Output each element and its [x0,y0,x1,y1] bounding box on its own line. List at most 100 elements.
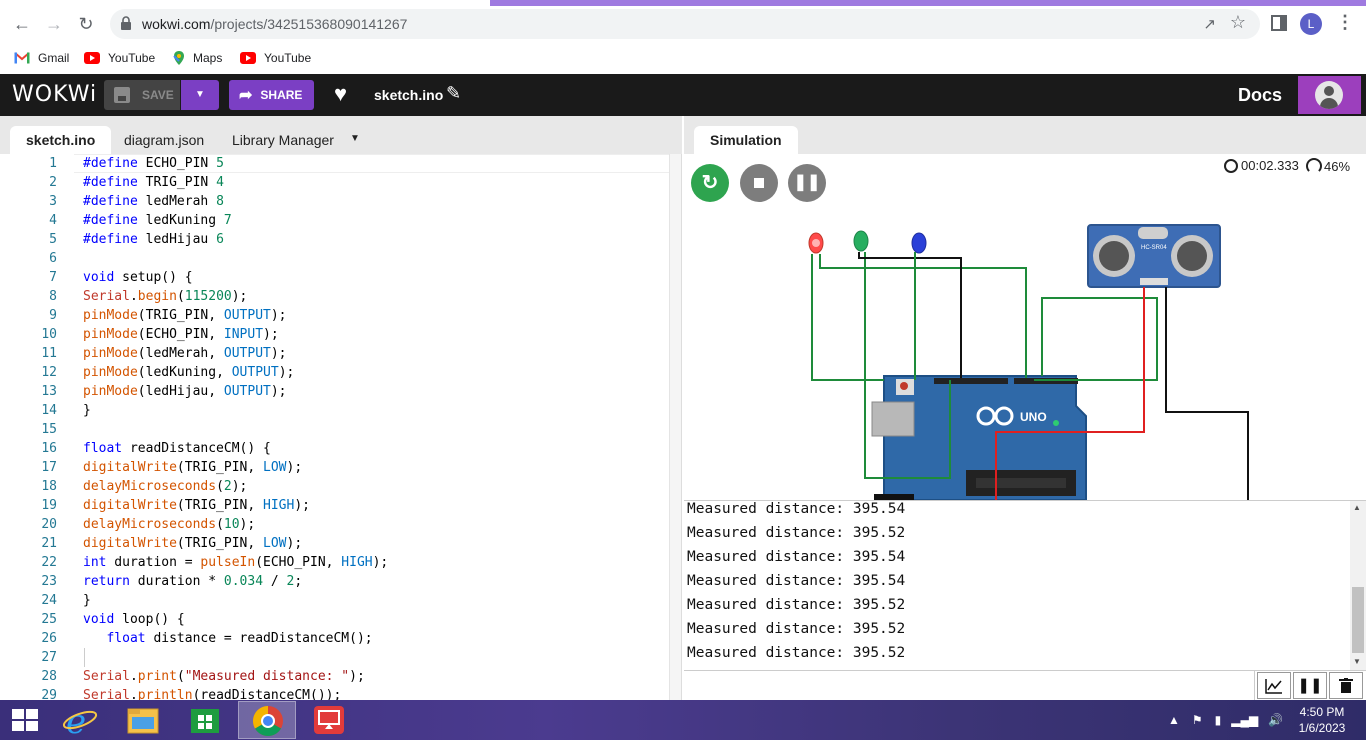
scroll-thumb[interactable] [1352,587,1364,653]
heart-icon[interactable]: ♥ [334,81,347,107]
tray-clock[interactable]: 4:50 PM 1/6/2023 [1298,704,1346,736]
code-text: digitalWrite(TRIG_PIN, LOW); [83,536,303,551]
code-text: pinMode(ledKuning, OUTPUT); [83,365,295,380]
code-line[interactable]: 15 [0,420,670,439]
code-line[interactable]: 16 float readDistanceCM() { [0,439,670,458]
editor-scrollbar[interactable] [669,154,681,700]
browser-menu-icon[interactable]: ⋮ [1336,12,1354,33]
simulation-timer: 00:02.333 [1224,158,1299,173]
maps-icon [173,51,184,65]
scroll-up-icon[interactable]: ▲ [1353,503,1361,512]
edit-pencil-icon[interactable]: ✎ [446,83,461,104]
serial-input[interactable] [684,671,1255,700]
code-line[interactable]: 17 digitalWrite(TRIG_PIN, LOW); [0,458,670,477]
code-line[interactable]: 12 pinMode(ledKuning, OUTPUT); [0,363,670,382]
network-flag-icon[interactable]: ⚑ [1192,713,1203,727]
back-arrow-icon[interactable]: ← [10,12,34,36]
bookmark-gmail[interactable]: Gmail [14,48,69,68]
code-line[interactable]: 8 Serial.begin(115200); [0,287,670,306]
volume-icon[interactable]: 🔊 [1268,713,1283,727]
signal-icon[interactable]: ▂▄▆ [1231,713,1258,727]
save-button[interactable]: SAVE [104,80,180,110]
bookmark-label: YouTube [108,51,156,65]
save-dropdown-button[interactable]: ▼ [181,80,219,110]
taskbar-file-explorer[interactable] [114,701,172,739]
code-line[interactable]: 29 Serial.println(readDistanceCM()); [0,686,670,700]
code-line[interactable]: 6 [0,249,670,268]
chevron-down-icon: ▼ [195,89,205,100]
code-line[interactable]: 5 #define ledHijau 6 [0,230,670,249]
code-text: int duration = pulseIn(ECHO_PIN, HIGH); [83,555,389,570]
code-editor[interactable]: 1 #define ECHO_PIN 5 2 #define TRIG_PIN 4 3 #… [0,154,682,700]
taskbar-internet-explorer[interactable]: e [52,701,110,742]
code-line[interactable]: 1 #define ECHO_PIN 5 [0,154,670,173]
tab-library-manager[interactable]: Library Manager [216,126,350,154]
code-text: pinMode(ledMerah, OUTPUT); [83,346,287,361]
code-line[interactable]: 4 #define ledKuning 7 [0,211,670,230]
bookmark-maps[interactable]: Maps [171,48,222,68]
windows-start-icon[interactable] [12,709,38,731]
code-line[interactable]: 28 Serial.print("Measured distance: "); [0,667,670,686]
code-line[interactable]: 23 return duration * 0.034 / 2; [0,572,670,591]
red-led [808,232,824,254]
user-menu-button[interactable] [1298,76,1361,114]
pause-simulation-button[interactable]: ❚❚ [788,164,826,202]
serial-monitor-output[interactable]: Measured distance: 395.54 Measured distan… [684,500,1366,670]
share-button[interactable]: ➦ SHARE [229,80,314,110]
profile-avatar[interactable]: L [1300,13,1322,35]
share-arrow-icon: ➦ [239,87,253,104]
docs-link[interactable]: Docs [1238,85,1282,106]
save-label: SAVE [142,88,174,102]
taskbar-store[interactable] [176,701,234,739]
scroll-down-icon[interactable]: ▼ [1353,657,1361,666]
clock-time: 4:50 PM [1299,705,1345,719]
tab-sketch-ino[interactable]: sketch.ino [10,126,112,154]
code-line[interactable]: 10 pinMode(ECHO_PIN, INPUT); [0,325,670,344]
restart-icon: ↻ [701,172,719,194]
tabs-dropdown-icon[interactable]: ▼ [350,133,360,144]
code-line[interactable]: 27 [0,648,670,667]
line-number: 22 [41,555,57,570]
simulation-canvas[interactable]: UNO HC-SR04 ↻ ❚❚ 00:02.333 46% [684,154,1366,500]
code-line[interactable]: 11 pinMode(ledMerah, OUTPUT); [0,344,670,363]
wokwi-logo[interactable]: WOKWi [12,82,97,107]
address-bar[interactable]: wokwi.com/projects/342515368090141267 ↗ … [110,9,1260,39]
plotter-button[interactable] [1257,672,1291,699]
battery-icon[interactable]: ▮ [1215,713,1222,727]
code-line[interactable]: 24} [0,591,670,610]
pause-serial-button[interactable]: ❚❚ [1293,672,1327,699]
code-line[interactable]: 25 void loop() { [0,610,670,629]
forward-arrow-icon[interactable]: → [42,12,66,36]
taskbar-xindawn[interactable] [300,701,358,739]
code-line[interactable]: 2 #define TRIG_PIN 4 [0,173,670,192]
stop-simulation-button[interactable] [740,164,778,202]
tab-simulation[interactable]: Simulation [694,126,798,154]
code-line[interactable]: 7 void setup() { [0,268,670,287]
code-line[interactable]: 9 pinMode(TRIG_PIN, OUTPUT); [0,306,670,325]
code-line[interactable]: 22 int duration = pulseIn(ECHO_PIN, HIGH)… [0,553,670,572]
code-line[interactable]: 18 delayMicroseconds(2); [0,477,670,496]
code-line[interactable]: 13 pinMode(ledHijau, OUTPUT); [0,382,670,401]
reload-icon[interactable]: ↻ [74,12,98,36]
simulation-speed: 46% [1306,158,1350,174]
side-panel-icon[interactable] [1271,15,1287,31]
code-line[interactable]: 20 delayMicroseconds(10); [0,515,670,534]
share-page-icon[interactable]: ↗ [1203,15,1216,33]
code-line[interactable]: 3 #define ledMerah 8 [0,192,670,211]
bookmark-youtube[interactable]: YouTube [84,48,155,68]
code-line[interactable]: 26 float distance = readDistanceCM(); [0,629,670,648]
code-line[interactable]: 19 digitalWrite(TRIG_PIN, HIGH); [0,496,670,515]
xindawn-icon [314,706,344,734]
clear-serial-button[interactable] [1329,672,1363,699]
code-line[interactable]: 14} [0,401,670,420]
taskbar-chrome[interactable] [238,701,296,739]
serial-scrollbar[interactable]: ▲ ▼ [1350,501,1366,670]
tab-diagram-json[interactable]: diagram.json [108,126,220,154]
restart-simulation-button[interactable]: ↻ [691,164,729,202]
chart-icon [1265,679,1282,694]
bookmark-youtube-2[interactable]: YouTube [240,48,311,68]
bookmark-star-icon[interactable]: ☆ [1230,12,1246,33]
tray-expand-icon[interactable]: ▲ [1168,713,1180,727]
code-text: void setup() { [83,270,193,285]
code-line[interactable]: 21 digitalWrite(TRIG_PIN, LOW); [0,534,670,553]
